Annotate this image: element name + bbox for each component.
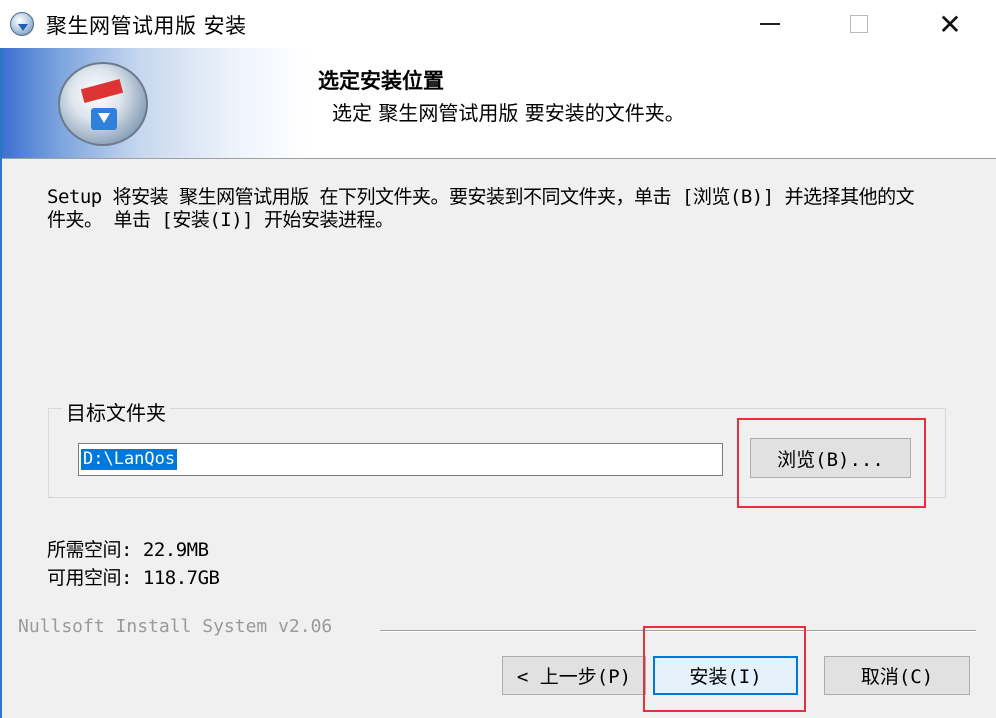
close-icon: ✕ xyxy=(938,7,962,41)
space-available-text: 可用空间: 118.7GB xyxy=(47,567,220,589)
nsis-branding-text: Nullsoft Install System v2.06 xyxy=(18,616,341,637)
window-title: 聚生网管试用版 安装 xyxy=(46,14,247,38)
close-button[interactable]: ✕ xyxy=(904,0,996,48)
page-title: 选定安装位置 xyxy=(318,69,444,93)
minimize-button[interactable] xyxy=(724,0,816,48)
browse-highlight-box xyxy=(737,418,926,508)
title-bar: 聚生网管试用版 安装 ✕ xyxy=(0,0,996,48)
installer-app-icon xyxy=(10,12,34,36)
space-required-text: 所需空间: 22.9MB xyxy=(47,539,209,561)
installer-disc-icon xyxy=(58,62,148,146)
destination-group-label: 目标文件夹 xyxy=(62,397,170,426)
instructions-text: Setup 将安装 聚生网管试用版 在下列文件夹。要安装到不同文件夹，单击 [浏… xyxy=(47,186,915,231)
destination-path-input[interactable]: D:\LanQos xyxy=(78,443,723,476)
destination-path-value: D:\LanQos xyxy=(81,449,178,470)
page-header: 选定安装位置 选定 聚生网管试用版 要安装的文件夹。 xyxy=(0,48,996,159)
header-banner xyxy=(0,48,310,158)
page-subtitle: 选定 聚生网管试用版 要安装的文件夹。 xyxy=(332,101,685,125)
back-button[interactable]: < 上一步(P) xyxy=(502,656,646,695)
maximize-icon xyxy=(850,15,868,33)
minimize-icon xyxy=(760,23,780,25)
maximize-button[interactable] xyxy=(813,0,905,48)
install-highlight-box xyxy=(643,626,806,712)
cancel-button[interactable]: 取消(C) xyxy=(824,656,970,695)
installer-window: 聚生网管试用版 安装 ✕ 选定安装位置 选定 聚生网管试用版 要安装的文件夹。 … xyxy=(0,0,996,718)
window-border xyxy=(0,48,2,718)
